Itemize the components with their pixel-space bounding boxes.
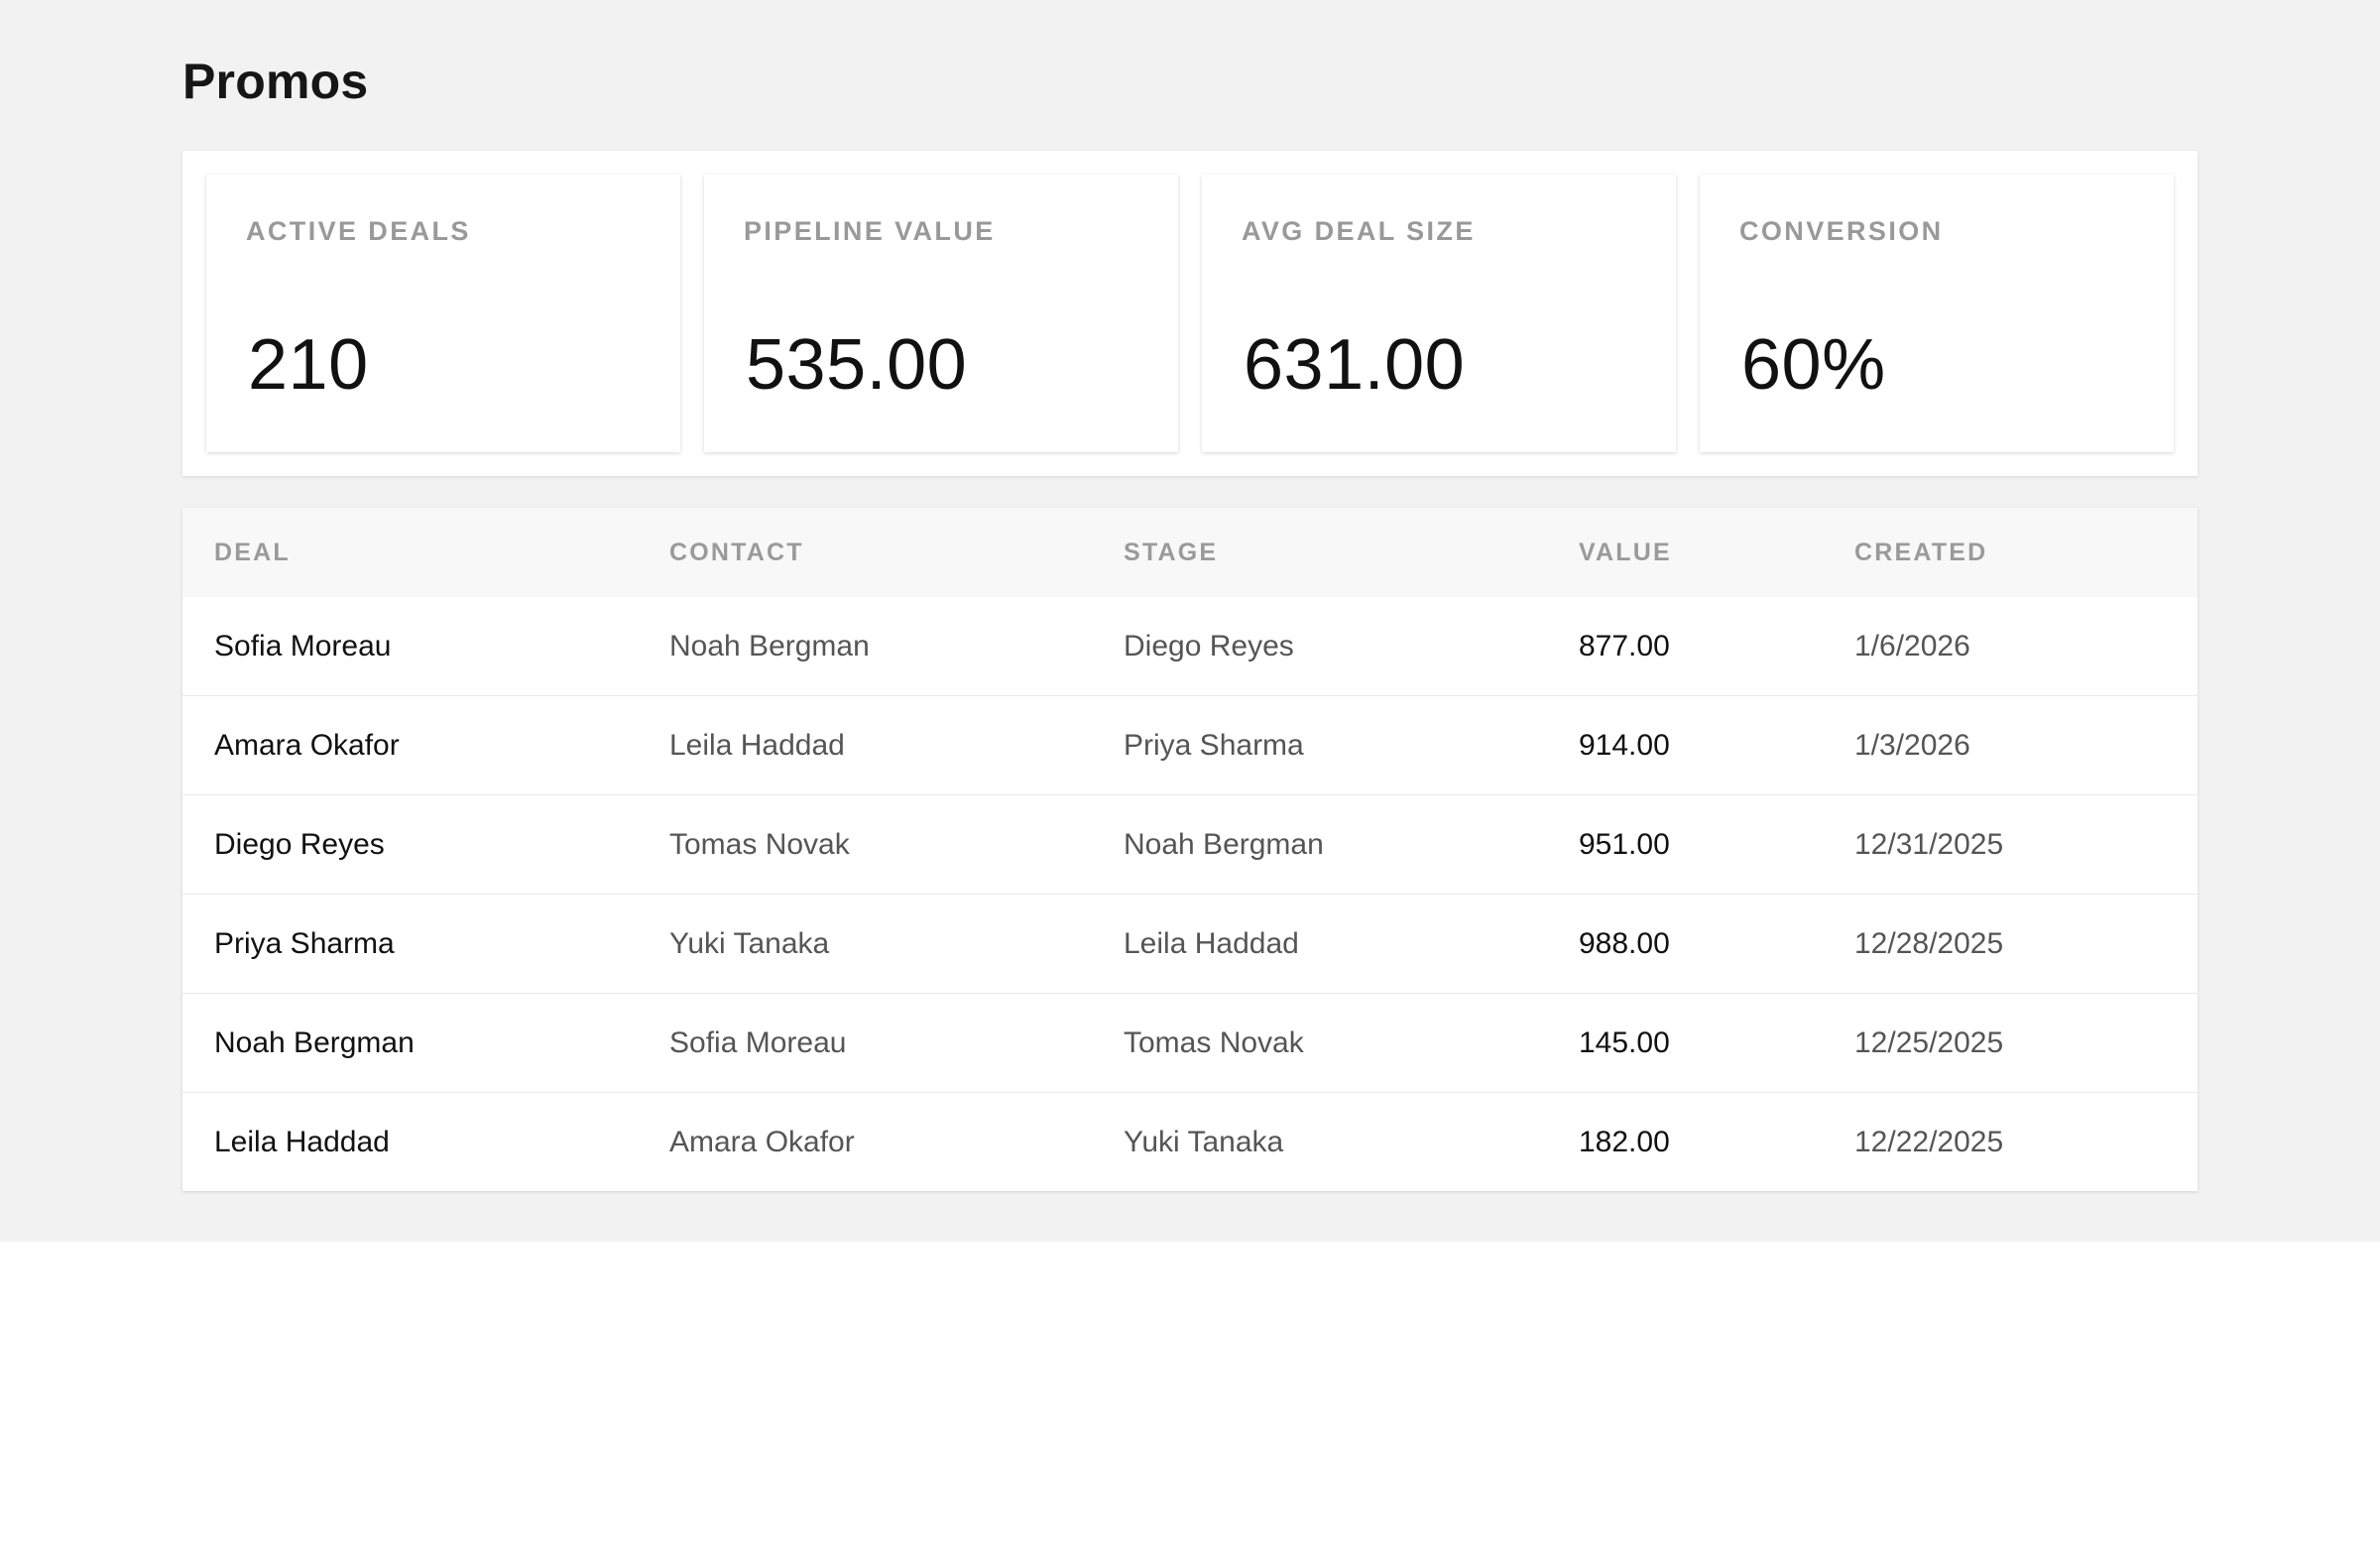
cell-contact: Yuki Tanaka [638,894,1092,994]
cell-contact: Sofia Moreau [638,993,1092,1093]
cell-value: 988.00 [1547,894,1823,994]
stat-value: 631.00 [1244,325,1466,405]
table-row[interactable]: Amara Okafor Leila Haddad Priya Sharma 9… [182,695,2198,795]
cell-deal: Sofia Moreau [214,629,392,662]
stat-label: AVG DEAL SIZE [1242,216,1476,246]
cell-deal: Amara Okafor [182,695,638,795]
cell-value: 182.00 [1547,1092,1823,1191]
cell-value: 877.00 [1579,629,1670,662]
stat-card-conversion: CONVERSION 60% [1700,175,2174,452]
table-row[interactable]: Diego Reyes Tomas Novak Noah Bergman 951… [182,794,2198,895]
column-header-stage[interactable]: STAGE [1092,508,1547,597]
cell-deal: Priya Sharma [182,894,638,994]
stat-card-avg-deal-size: AVG DEAL SIZE 631.00 [1202,175,1676,452]
cell-created: 12/28/2025 [1823,894,2198,994]
page-title: Promos [182,54,369,109]
cell-stage: Yuki Tanaka [1092,1092,1547,1191]
stat-label: PIPELINE VALUE [744,216,996,246]
stat-value: 535.00 [746,325,968,405]
cell-stage: Tomas Novak [1092,993,1547,1093]
stats-panel: ACTIVE DEALS 210 PIPELINE VALUE 535.00 A… [182,151,2198,476]
stat-label: ACTIVE DEALS [246,216,471,246]
cell-stage: Noah Bergman [1092,794,1547,895]
stat-value: 60% [1741,325,1886,405]
cell-value: 951.00 [1547,794,1823,895]
cell-created: 12/22/2025 [1823,1092,2198,1191]
cell-created: 1/6/2026 [1854,629,1970,662]
column-header-created[interactable]: CREATED [1823,508,2198,597]
stat-card-pipeline-value: PIPELINE VALUE 535.00 [704,175,1178,452]
cell-contact: Leila Haddad [638,695,1092,795]
cell-contact: Amara Okafor [638,1092,1092,1191]
deals-table-panel: DEAL CONTACT STAGE VALUE CREATED Sofia M… [182,508,2198,1191]
cell-stage: Leila Haddad [1092,894,1547,994]
stat-card-active-deals: ACTIVE DEALS 210 [206,175,680,452]
cell-stage: Diego Reyes [1124,629,1294,662]
cell-deal: Noah Bergman [182,993,638,1093]
deals-table: DEAL CONTACT STAGE VALUE CREATED Sofia M… [182,508,2198,1191]
column-header-contact[interactable]: CONTACT [638,508,1092,597]
cell-value: 914.00 [1547,695,1823,795]
table-row[interactable]: Noah Bergman Sofia Moreau Tomas Novak 14… [182,993,2198,1093]
cell-created: 12/25/2025 [1823,993,2198,1093]
stat-value: 210 [248,325,369,405]
page-background: Promos ACTIVE DEALS 210 PIPELINE VALUE 5… [0,0,2380,1242]
cell-contact: Tomas Novak [638,794,1092,895]
table-row[interactable]: Priya Sharma Yuki Tanaka Leila Haddad 98… [182,894,2198,994]
cell-deal: Leila Haddad [182,1092,638,1191]
cell-stage: Priya Sharma [1092,695,1547,795]
table-row[interactable]: Sofia Moreau Noah Bergman Diego Reyes 87… [182,597,2198,696]
table-header-row: DEAL CONTACT STAGE VALUE CREATED [182,508,2198,597]
column-header-value[interactable]: VALUE [1547,508,1823,597]
column-header-deal[interactable]: DEAL [182,508,638,597]
cell-deal: Diego Reyes [182,794,638,895]
cell-created: 1/3/2026 [1823,695,2198,795]
cell-value: 145.00 [1547,993,1823,1093]
cell-contact: Noah Bergman [669,629,870,662]
cell-created: 12/31/2025 [1823,794,2198,895]
table-row[interactable]: Leila Haddad Amara Okafor Yuki Tanaka 18… [182,1092,2198,1191]
stat-label: CONVERSION [1739,216,1944,246]
